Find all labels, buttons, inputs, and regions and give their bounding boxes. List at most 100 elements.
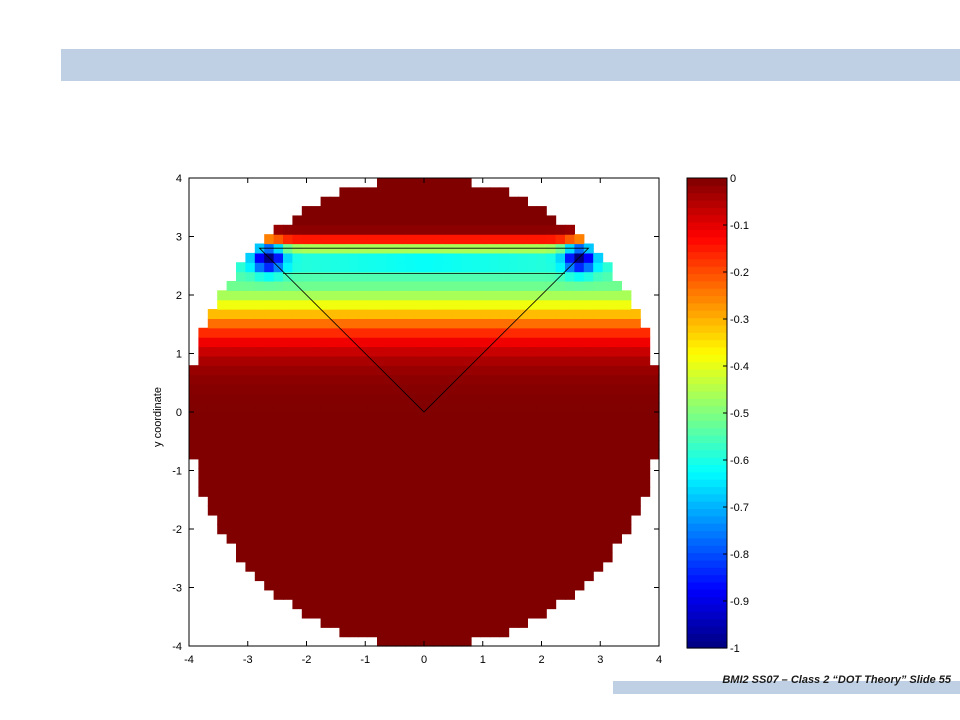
heatmap-cell [480,543,491,553]
heatmap-cell [405,309,416,319]
heatmap-cell [320,571,331,582]
heatmap-cell [630,309,641,319]
heatmap-cell [555,393,566,404]
heatmap-cell [602,337,613,348]
colorbar-swatch [687,317,727,326]
heatmap-cell [254,355,265,366]
heatmap-cell [367,486,378,497]
heatmap-cell [273,571,284,582]
heatmap-cell [555,383,566,394]
heatmap-cell [377,215,387,226]
heatmap-cell [527,486,538,497]
heatmap-cell [442,290,453,301]
heatmap-cell [254,290,265,301]
heatmap-cell [593,346,604,357]
heatmap-cell [367,440,378,451]
heatmap-cell [489,440,500,451]
heatmap-cell [320,327,331,338]
heatmap-cell [508,458,519,469]
heatmap-cell [386,309,397,319]
heatmap-cell [574,571,585,582]
heatmap-cell [367,421,378,432]
heatmap-cell [565,318,575,329]
heatmap-cell [546,514,557,525]
heatmap-cell [442,421,453,432]
heatmap-cell [358,533,369,544]
heatmap-cell [565,309,575,319]
heatmap-cell [471,383,481,394]
heatmap-cell [433,290,444,301]
heatmap-cell [301,496,312,507]
heatmap-cell [217,421,228,432]
heatmap-cell [593,421,604,432]
heatmap-cell [395,440,406,451]
heatmap-cell [536,346,547,357]
heatmap-cell [330,234,340,245]
heatmap-cell [593,412,604,422]
heatmap-cell [640,440,651,451]
heatmap-cell [612,327,622,338]
heatmap-cell [236,496,246,507]
heatmap-cell [621,514,632,525]
heatmap-cell [226,337,237,348]
heatmap-cell [377,486,387,497]
colorbar-swatch [687,280,727,289]
heatmap-cell [574,374,585,385]
heatmap-cell [508,346,519,357]
heatmap-cell [348,608,359,619]
heatmap-cell [583,458,594,469]
heatmap-cell [480,477,491,488]
heatmap-cell [358,571,369,582]
heatmap-cell [480,458,491,469]
heatmap-cell [386,636,397,647]
x-tick-label: 1 [480,654,486,666]
heatmap-cell [602,458,613,469]
heatmap-cell [452,571,463,582]
heatmap-cell [518,262,528,273]
colorbar-swatch [687,244,727,253]
heatmap-cell [339,440,350,451]
heatmap-cell [508,290,519,301]
heatmap-cell [273,299,284,310]
heatmap-cell [236,327,246,338]
heatmap-cell [320,290,331,301]
heatmap-cell [593,430,604,441]
heatmap-cell [348,496,359,507]
heatmap-cell [480,468,491,479]
heatmap-cell [442,468,453,479]
heatmap-cell [518,440,528,451]
heatmap-cell [536,580,547,591]
heatmap-cell [630,393,641,404]
heatmap-cell [583,327,594,338]
heatmap-cell [602,533,613,544]
heatmap-cell [442,412,453,422]
heatmap-cell [565,252,575,263]
heatmap-cell [339,543,350,553]
heatmap-cell [574,337,585,348]
heatmap-cell [424,440,434,451]
heatmap-cell [621,468,632,479]
heatmap-cell [433,402,444,413]
heatmap-cell [405,589,416,600]
heatmap-cell [424,309,434,319]
heatmap-cell [226,524,237,535]
heatmap-cell [320,533,331,544]
heatmap-cell [480,524,491,535]
heatmap-cell [405,355,416,366]
heatmap-cell [386,524,397,535]
heatmap-cell [424,561,434,572]
heatmap-cell [621,486,632,497]
heatmap-cell [452,524,463,535]
heatmap-cell [367,543,378,553]
heatmap-cell [480,589,491,600]
colorbar-swatch [687,405,727,414]
heatmap-cell [518,477,528,488]
heatmap-cell [471,196,481,207]
heatmap-cell [536,458,547,469]
heatmap-cell [358,327,369,338]
heatmap-cell [527,234,538,245]
heatmap-cell [414,524,425,535]
heatmap-cell [518,468,528,479]
heatmap-cell [442,346,453,357]
colorbar-swatch [687,258,727,267]
